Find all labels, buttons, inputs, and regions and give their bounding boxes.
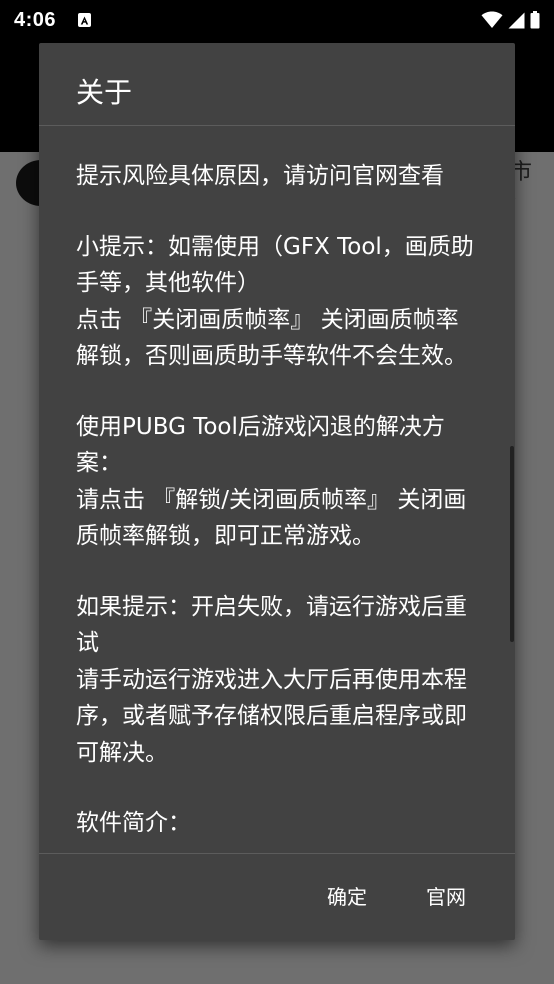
crash-solution-paragraph: 使用PUBG Tool后游戏闪退的解决方案： 请点击 『解锁/关闭画质帧率』 关… [76, 409, 476, 555]
failure-hint-line-2: 请手动运行游戏进入大厅后再使用本程序，或者赋予存储权限后重启程序或即可解决。 [76, 666, 467, 766]
crash-solution-line-1: 使用PUBG Tool后游戏闪退的解决方案： [76, 413, 445, 477]
crash-solution-line-2: 请点击 『解锁/关闭画质帧率』 关闭画质帧率解锁，即可正常游戏。 [76, 486, 467, 550]
confirm-button[interactable]: 确定 [317, 875, 377, 919]
failure-hint-paragraph: 如果提示：开启失败，请运行游戏后重试 请手动运行游戏进入大厅后再使用本程序，或者… [76, 589, 476, 772]
status-bar: 4:06 [0, 0, 554, 40]
tip-paragraph: 小提示：如需使用（GFX Tool，画质助手等，其他软件） 点击 『关闭画质帧率… [76, 229, 476, 375]
dialog-scroll-content[interactable]: 提示风险具体原因，请访问官网查看 小提示：如需使用（GFX Tool，画质助手等… [39, 126, 515, 853]
tip-line-1: 小提示：如需使用（GFX Tool，画质助手等，其他软件） [76, 233, 474, 297]
risk-hint-paragraph: 提示风险具体原因，请访问官网查看 [76, 158, 476, 195]
intro-paragraph: 软件简介： [76, 805, 476, 842]
scrollbar-thumb[interactable] [510, 446, 514, 642]
failure-hint-line-1: 如果提示：开启失败，请运行游戏后重试 [76, 593, 467, 657]
website-button[interactable]: 官网 [416, 875, 476, 919]
battery-icon [530, 11, 540, 29]
wifi-icon [481, 11, 503, 28]
dialog-title: 关于 [76, 76, 133, 109]
risk-hint-text: 提示风险具体原因，请访问官网查看 [76, 163, 444, 189]
status-icons [481, 11, 540, 29]
button-divider [39, 853, 515, 854]
tip-line-2: 点击 『关闭画质帧率』 关闭画质帧率解锁，否则画质助手等软件不会生效。 [76, 306, 467, 370]
status-time: 4:06 [14, 8, 57, 31]
cellular-signal-icon [508, 12, 525, 28]
intro-heading: 软件简介： [76, 810, 191, 836]
about-dialog: 关于 提示风险具体原因，请访问官网查看 小提示：如需使用（GFX Tool，画质… [39, 43, 515, 940]
app-notification-icon [78, 13, 92, 27]
